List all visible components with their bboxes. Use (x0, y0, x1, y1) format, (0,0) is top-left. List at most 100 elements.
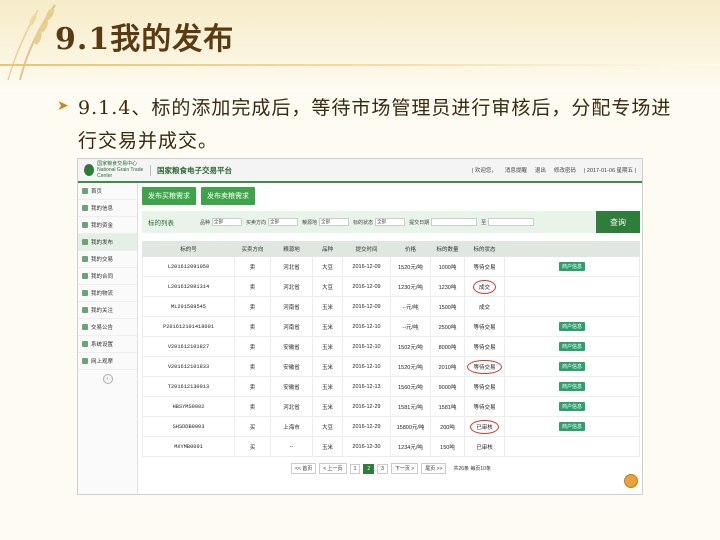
sidebar-item-contract[interactable]: 我的合同 (78, 268, 137, 285)
cell-qty: 2010吨 (430, 356, 465, 377)
merchant-info-button[interactable]: 商户信息 (558, 322, 585, 331)
cell-id-text: P201612101418001 (163, 323, 214, 330)
eye-icon (82, 358, 88, 364)
sidebar-item-settings[interactable]: 系统设置 (78, 336, 137, 353)
cell-action: 商户信息 (504, 256, 640, 277)
sidebar-item-logistics[interactable]: 我的物流 (78, 285, 137, 302)
cell-origin: 河北省 (270, 396, 313, 417)
cell-price: 1520元/吨 (390, 356, 431, 377)
cell-date: 2016-12-29 (342, 396, 391, 417)
cell-status-text: 等待交易 (473, 384, 496, 391)
cell-variety: 玉米 (312, 336, 343, 357)
merchant-info-button[interactable]: 商户信息 (558, 262, 585, 271)
user-icon (82, 205, 88, 211)
cell-direction-text: 卖 (249, 264, 256, 271)
cell-id-text: HBSYMS0002 (172, 403, 205, 410)
org-name-en: National Grain Trade Center (97, 167, 144, 179)
pagination: << 首页 < 上一页 1 2 3 下一页 > 尾页 >> 共26条 每页10条 (142, 463, 640, 474)
cell-action (504, 276, 640, 297)
cell-id: T201612130913 (142, 376, 235, 397)
cell-direction: 卖 (234, 256, 271, 277)
sidebar-item-trade[interactable]: 我的交易 (78, 251, 137, 268)
cell-direction: 卖 (234, 316, 271, 337)
page-prev[interactable]: < 上一页 (319, 463, 347, 474)
floating-chat-icon[interactable] (624, 474, 638, 488)
status-select[interactable]: 全部 (375, 218, 406, 226)
cell-qty-text: 1581吨 (438, 404, 457, 411)
cell-qty-text: 150吨 (440, 444, 455, 451)
change-password-link[interactable]: 修改密码 (554, 166, 576, 174)
col-status: 标的状态 (464, 241, 505, 257)
cell-id-text: MXYMB0001 (174, 443, 203, 450)
cell-price-text: 1502元/吨 (398, 344, 423, 351)
sidebar-item-observe[interactable]: 网上观摩 (78, 353, 137, 370)
home-icon (82, 188, 88, 194)
collapse-icon[interactable]: ‹ (102, 374, 113, 384)
message-link[interactable]: 消息提醒 (505, 166, 527, 174)
cell-date: 2016-12-10 (342, 316, 391, 337)
cell-status: 成交 (464, 276, 505, 297)
origin-select[interactable]: 全部 (319, 218, 350, 226)
gear-icon (82, 341, 88, 347)
publish-buttons: 发布买粮需求 发布卖粮需求 (142, 187, 640, 205)
page-last[interactable]: 尾页 >> (421, 463, 447, 474)
cell-qty: 1581吨 (430, 396, 465, 417)
col-qty: 标的数量 (430, 241, 465, 257)
cell-status-text: 已审核 (470, 419, 499, 434)
date-to-input[interactable] (488, 218, 535, 226)
page-1[interactable]: 1 (349, 463, 361, 474)
cell-origin-text: 河南省 (283, 324, 300, 331)
sidebar-item-publish[interactable]: 我的发布 (78, 234, 137, 251)
cell-direction-text: 卖 (249, 404, 256, 411)
variety-select[interactable]: 全部 (212, 218, 243, 226)
cell-origin: 安徽省 (270, 376, 313, 397)
cell-date-text: 2016-12-09 (352, 303, 381, 310)
cell-variety: 玉米 (312, 296, 343, 317)
cell-date-text: 2016-12-09 (352, 283, 381, 290)
cell-status: 等待交易 (464, 396, 505, 417)
sidebar-item-notice[interactable]: 交易公告 (78, 319, 137, 336)
cell-variety: 玉米 (312, 436, 343, 457)
sidebar-item-info[interactable]: 我的信息 (78, 200, 137, 217)
cell-price: 1581元/吨 (390, 396, 431, 417)
cell-qty-text: 1230吨 (438, 284, 457, 291)
slide-bullet-text: 9.1.4、标的添加完成后，等待市场管理员进行审核后，分配专场进行交易并成交。 (78, 97, 672, 152)
cell-id-text: ML201589545 (171, 303, 206, 310)
truck-icon (82, 290, 88, 296)
platform-name: 国家粮食电子交易平台 (150, 164, 232, 176)
table-row: HBSYMS0002 卖 河北省 玉米 2016-12-29 1581元/吨 1581吨 等待… (142, 396, 640, 417)
cell-origin: 河南省 (270, 316, 313, 337)
sidebar-item-home[interactable]: 首页 (78, 183, 137, 200)
page-3[interactable]: 3 (377, 463, 388, 474)
col-id: 标的号 (142, 241, 235, 257)
direction-select[interactable]: 全部 (268, 218, 299, 226)
cell-origin-text: 安徽省 (283, 384, 300, 391)
cell-date: 2016-12-10 (342, 356, 391, 377)
cell-status: 等待交易 (464, 316, 505, 337)
page-next[interactable]: 下一页 > (390, 463, 419, 474)
publish-sell-button[interactable]: 发布卖粮需求 (201, 187, 255, 205)
cell-price-text: --元/吨 (402, 324, 419, 331)
merchant-info-button[interactable]: 商户信息 (558, 422, 585, 431)
merchant-info-button[interactable]: 商户信息 (558, 402, 585, 411)
date-from-input[interactable] (431, 218, 478, 226)
merchant-info-button[interactable]: 商户信息 (558, 342, 585, 351)
cell-variety-text: 玉米 (321, 404, 333, 411)
merchant-info-button[interactable]: 商户信息 (558, 362, 585, 371)
cell-variety-text: 玉米 (321, 304, 333, 311)
query-button[interactable]: 查询 (596, 211, 640, 233)
cell-origin: 上海市 (270, 416, 313, 437)
cell-status: 已审核 (464, 416, 505, 437)
logout-link[interactable]: 退出 (535, 166, 546, 174)
publish-icon (82, 239, 88, 245)
sidebar-item-follow[interactable]: 我的关注 (78, 302, 137, 319)
cell-variety-text: 玉米 (321, 364, 333, 371)
merchant-info-button[interactable]: 商户信息 (558, 382, 585, 391)
cell-origin-text: 河北省 (283, 404, 300, 411)
cell-variety: 玉米 (312, 356, 343, 377)
page-2[interactable]: 2 (363, 463, 375, 474)
sidebar-item-funds[interactable]: 我的资金 (78, 217, 137, 234)
cell-origin-text: 上海市 (283, 424, 300, 431)
page-first[interactable]: << 首页 (291, 463, 317, 474)
publish-buy-button[interactable]: 发布买粮需求 (142, 187, 196, 205)
